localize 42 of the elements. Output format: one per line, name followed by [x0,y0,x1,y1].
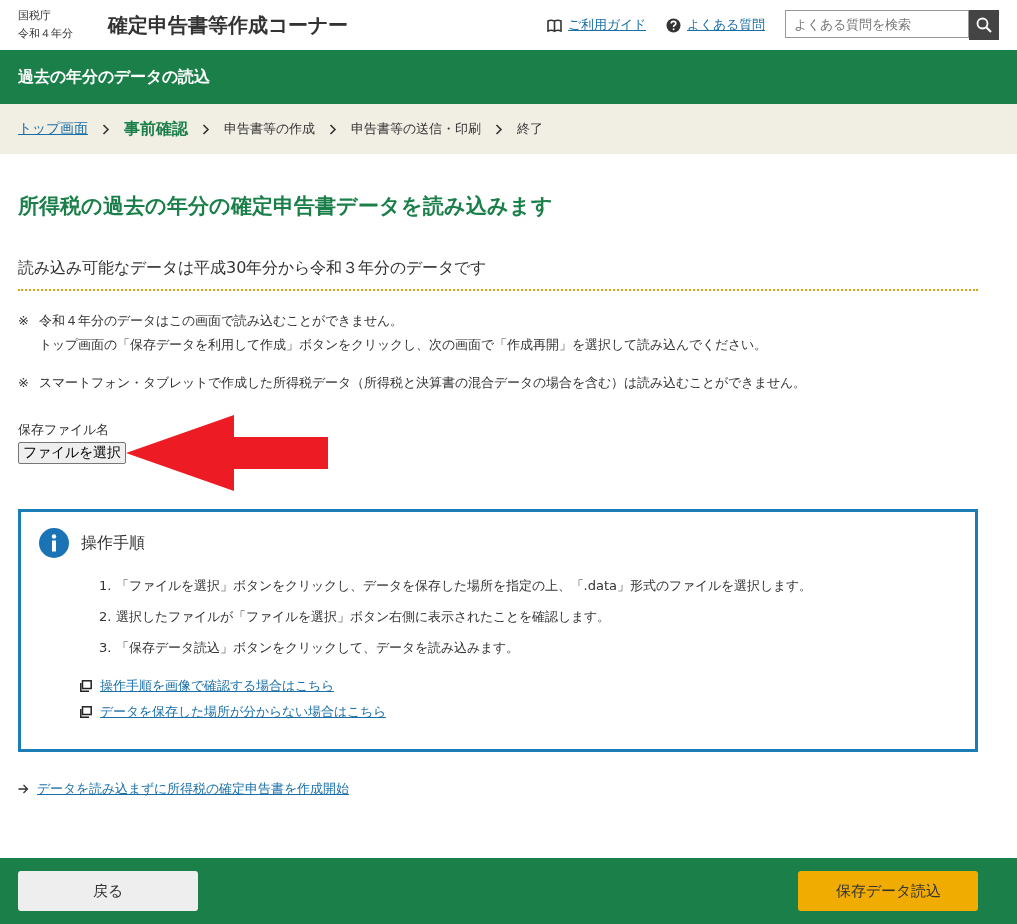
search-icon [976,17,992,33]
start-link[interactable]: データを読み込まずに所得税の確定申告書を作成開始 [37,780,349,798]
help-link[interactable]: データを保存した場所が分からない場合はこちら [100,699,386,725]
note-text: スマートフォン・タブレットで作成した所得税データ（所得税と決算書の混合データの場合を含む）は読み込むことができません。 [38,374,806,392]
search-field[interactable]: よくある質問を検索 [785,10,969,38]
page-title: 過去の年分のデータの読込 [18,66,210,88]
window-icon [80,706,92,718]
search-button[interactable] [969,10,999,40]
breadcrumb-item: 申告書等の送信・印刷 [351,120,481,138]
choose-file-button[interactable]: ファイルを選択 [18,442,126,464]
note-mark: ※ [18,312,29,330]
chevron-icon [202,123,210,135]
note-text: トップ画面の「保存データを利用して作成」ボタンをクリックし、次の画面で「作成再開」を選択して読み込んでください。 [38,336,767,354]
agency-name: 国税庁 [18,8,52,24]
site-title: 確定申告書等作成コーナー [108,11,348,39]
field-label: 保存ファイル名 [18,421,110,439]
load-button[interactable]: 保存データ読込 [798,871,978,911]
heading: 所得税の過去の年分の確定申告書データを読み込みます [18,193,554,220]
step-text: 3. 「保存データ読込」ボタンをクリックして、データを読み込みます。 [99,639,520,657]
chevron-icon [329,123,337,135]
book-icon [547,17,562,33]
panel-title: 操作手順 [81,532,145,554]
header-link[interactable]: ご利用ガイド [568,16,646,34]
step-text: 2. 選択したファイルが「ファイルを選択」ボタン右側に表示されたことを確認します。 [99,608,611,626]
subheading: 読み込み可能なデータは平成30年分から令和３年分のデータです [18,258,978,291]
back-button[interactable]: 戻る [18,871,198,911]
help-link[interactable]: 操作手順を画像で確認する場合はこちら [100,673,334,699]
help-icon [666,17,681,33]
arrow-icon [18,784,29,794]
info-icon [39,528,69,558]
chevron-icon [495,123,503,135]
step-text: 1. 「ファイルを選択」ボタンをクリックし、データを保存した場所を指定の上、「.data」形式のファイルを選択します。 [99,577,813,595]
chevron-icon [102,123,110,135]
note-mark: ※ [18,374,29,392]
breadcrumb-item[interactable]: トップ画面 [18,120,88,138]
header-link[interactable]: よくある質問 [687,16,765,34]
breadcrumb-item: 申告書等の作成 [224,120,315,138]
note-text: 令和４年分のデータはこの画面で読み込むことができません。 [38,312,404,330]
breadcrumb-item: 事前確認 [124,118,188,140]
breadcrumb-item: 終了 [517,120,543,138]
tax-year: 令和４年分 [18,26,74,42]
window-icon [80,680,92,692]
